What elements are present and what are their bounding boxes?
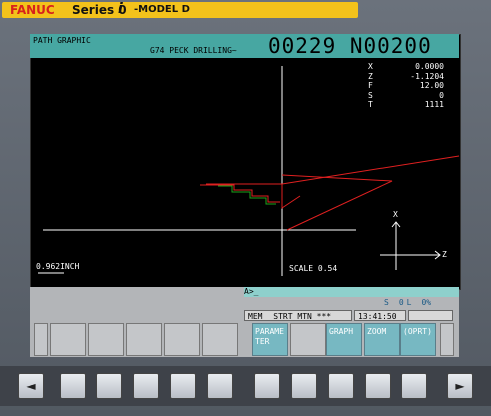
softkey-7[interactable] [290, 323, 326, 356]
tool-path-green [218, 185, 276, 205]
coord-row-z: Z -1.1204 [368, 71, 444, 81]
scale-factor-label: SCALE 0.54 [289, 264, 338, 273]
position-readout: X 0.0000 Z -1.1204 F 12.00 S0 T 1111 [366, 62, 446, 110]
softkey-zoom[interactable]: ZOOM [364, 323, 400, 356]
arrow-left-icon: ◄ [26, 379, 36, 393]
command-input[interactable]: A>_ [244, 287, 459, 297]
hw-key-10[interactable] [401, 373, 427, 399]
tool-path-red-2 [281, 174, 393, 231]
status-blank [408, 310, 453, 321]
softkey-5[interactable] [202, 323, 238, 356]
hw-key-4[interactable] [170, 373, 196, 399]
z-axis-label: Z [442, 250, 447, 259]
hw-key-5[interactable] [207, 373, 233, 399]
hw-key-2[interactable] [96, 373, 122, 399]
hw-key-6[interactable] [254, 373, 280, 399]
softkey-1[interactable] [50, 323, 86, 356]
softkey-right[interactable] [440, 323, 454, 356]
hw-key-1[interactable] [60, 373, 86, 399]
coord-row-x: X 0.0000 [368, 62, 444, 71]
prev-key[interactable]: ◄ [18, 373, 44, 399]
scale-length-label: 0.962INCH [36, 262, 80, 271]
coord-row-s: S0 [368, 90, 444, 100]
x-axis-label: X [393, 210, 398, 219]
softkey-parameter[interactable]: PARAME TER [252, 323, 288, 356]
tool-path-red-steps [200, 184, 280, 203]
hw-key-9[interactable] [365, 373, 391, 399]
status-time: 13:41:50 [354, 310, 406, 321]
softkey-4[interactable] [164, 323, 200, 356]
coord-row-f: F 12.00 [368, 81, 444, 90]
softkey-3[interactable] [126, 323, 162, 356]
next-key[interactable]: ► [447, 373, 473, 399]
softkey-2[interactable] [88, 323, 124, 356]
coord-row-t: T 1111 [368, 100, 444, 109]
spindle-status: S 0 L 0% [384, 298, 432, 307]
arrow-right-icon: ► [455, 379, 465, 393]
hw-key-8[interactable] [328, 373, 354, 399]
softkey-left[interactable] [34, 323, 48, 356]
hw-key-3[interactable] [133, 373, 159, 399]
softkey-oprt[interactable]: (OPRT) [400, 323, 436, 356]
status-bar: MEM STRT MTN *** 13:41:50 [244, 310, 453, 322]
softkey-graph[interactable]: GRAPH [326, 323, 362, 356]
status-mode: MEM STRT MTN *** [244, 310, 352, 321]
hw-key-7[interactable] [291, 373, 317, 399]
